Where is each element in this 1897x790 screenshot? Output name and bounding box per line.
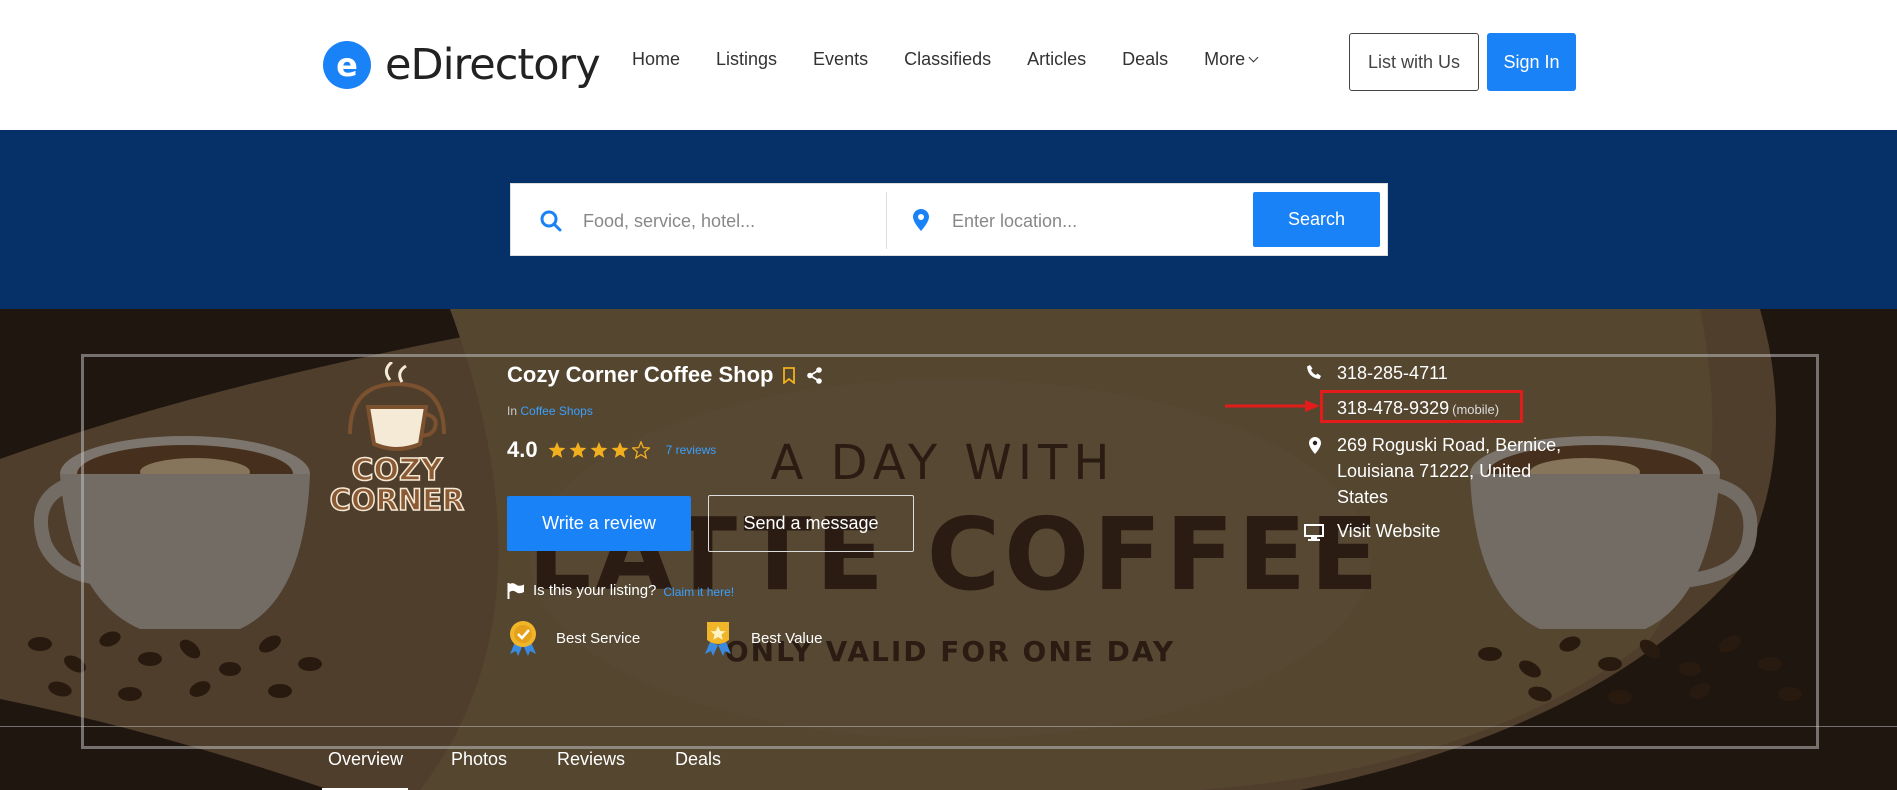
star-filled-icon xyxy=(548,442,565,458)
tab-deals[interactable]: Deals xyxy=(675,749,721,770)
nav-more[interactable]: More xyxy=(1204,49,1259,70)
logo-word-corner: CORNER xyxy=(330,483,464,517)
main-nav: Home Listings Events Classifieds Article… xyxy=(632,49,1293,70)
claim-link[interactable]: Claim it here! xyxy=(663,585,734,599)
star-filled-icon xyxy=(611,442,628,458)
rating-row: 4.0 7 reviews xyxy=(507,437,716,463)
chevron-down-icon xyxy=(1248,52,1259,63)
write-review-button[interactable]: Write a review xyxy=(507,496,691,551)
listing-hero: A DAY WITH LATTE COFFEE ONLY VALID FOR O… xyxy=(0,309,1897,790)
badge-best-service: Best Service xyxy=(505,620,640,656)
search-divider xyxy=(886,192,887,249)
search-button[interactable]: Search xyxy=(1253,192,1380,247)
site-header: e eDirectory Home Listings Events Classi… xyxy=(0,0,1897,130)
list-with-us-button[interactable]: List with Us xyxy=(1349,33,1479,91)
ribbon-check-icon xyxy=(510,621,536,656)
mobile-phone[interactable]: 318-478-9329 (mobile) xyxy=(1337,398,1499,419)
address: 269 Roguski Road, Bernice, Louisiana 712… xyxy=(1337,435,1562,507)
category-link[interactable]: Coffee Shops xyxy=(520,404,593,418)
logo-text: eDirectory xyxy=(385,40,601,90)
keyword-search-input[interactable] xyxy=(583,206,863,236)
nav-home[interactable]: Home xyxy=(632,49,680,70)
star-filled-icon xyxy=(590,442,607,458)
badge-label: Best Value xyxy=(751,629,823,647)
mobile-tag: (mobile) xyxy=(1452,402,1500,417)
phone-icon xyxy=(1307,365,1321,379)
share-icon[interactable] xyxy=(806,366,823,384)
listing-tabs: Overview Photos Reviews Deals xyxy=(0,726,1897,790)
business-logo: COZY CORNER xyxy=(330,362,465,517)
badge-label: Best Service xyxy=(556,629,641,647)
nav-deals[interactable]: Deals xyxy=(1122,49,1168,70)
listing-category: In Coffee Shops xyxy=(507,404,593,418)
location-pin-icon xyxy=(913,209,929,231)
phone-number[interactable]: 318-285-4711 xyxy=(1337,363,1448,384)
red-arrow-annotation xyxy=(1225,400,1320,412)
badge-best-value: Best Value xyxy=(700,620,822,656)
search-icon xyxy=(540,210,562,232)
claim-row: Is this your listing? Claim it here! xyxy=(507,582,734,599)
nav-events[interactable]: Events xyxy=(813,49,868,70)
bookmark-icon[interactable] xyxy=(783,366,796,384)
listing-title-row: Cozy Corner Coffee Shop xyxy=(507,362,823,388)
listing-title: Cozy Corner Coffee Shop xyxy=(507,362,774,387)
rating-value: 4.0 xyxy=(507,437,538,462)
logo-letter: e xyxy=(336,46,358,84)
tab-reviews[interactable]: Reviews xyxy=(557,749,625,770)
reviews-link[interactable]: 7 reviews xyxy=(666,443,717,457)
send-message-button[interactable]: Send a message xyxy=(708,495,914,552)
location-search-input[interactable] xyxy=(952,206,1242,236)
nav-more-label: More xyxy=(1204,49,1246,69)
search-box: Search xyxy=(510,183,1388,256)
tab-photos[interactable]: Photos xyxy=(451,749,507,770)
logo-mark-icon: e xyxy=(323,41,371,89)
nav-listings[interactable]: Listings xyxy=(716,49,777,70)
tab-overview[interactable]: Overview xyxy=(328,749,403,770)
mobile-number: 318-478-9329 xyxy=(1337,398,1450,418)
nav-classifieds[interactable]: Classifieds xyxy=(904,49,991,70)
star-empty-icon xyxy=(631,441,650,459)
site-logo[interactable]: e eDirectory xyxy=(323,38,601,92)
star-rating xyxy=(548,441,650,459)
visit-website-link[interactable]: Visit Website xyxy=(1337,521,1440,542)
flag-icon xyxy=(507,582,524,599)
category-prefix: In xyxy=(507,404,518,418)
star-filled-icon xyxy=(569,442,586,458)
monitor-icon xyxy=(1304,524,1324,541)
claim-question: Is this your listing? xyxy=(533,582,657,599)
map-pin-icon xyxy=(1309,437,1321,454)
sign-in-button[interactable]: Sign In xyxy=(1487,33,1576,91)
search-band: Search xyxy=(0,130,1897,309)
ribbon-star-icon xyxy=(705,622,731,656)
nav-articles[interactable]: Articles xyxy=(1027,49,1086,70)
